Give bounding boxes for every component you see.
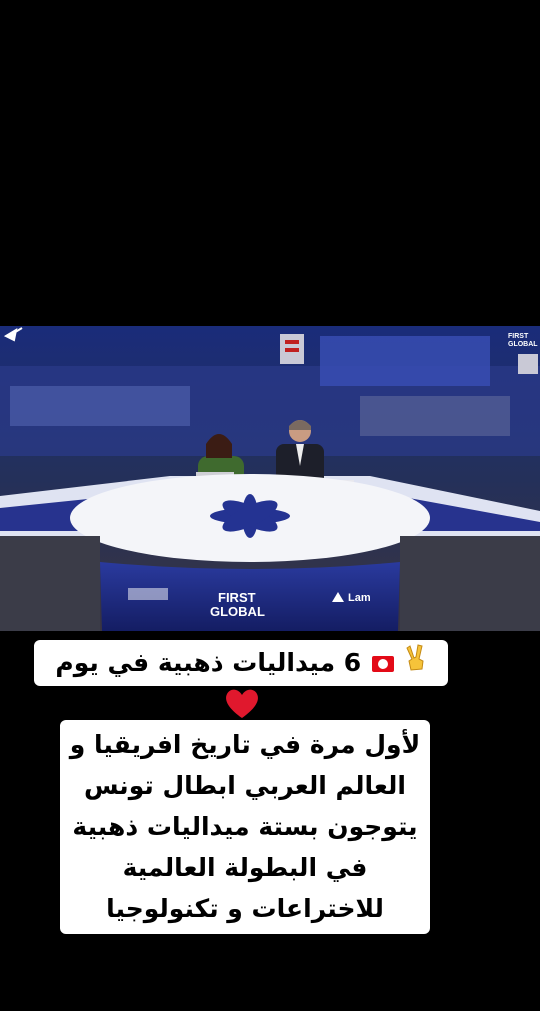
desk-logo-line1: FIRST xyxy=(218,590,256,605)
caption-title-text: 6 ميداليات ذهبية في يوم واحد xyxy=(55,648,362,724)
victory-hand-icon xyxy=(405,641,427,687)
video-frame: FIRST GLOBAL Lam xyxy=(0,326,540,631)
red-heart-icon xyxy=(224,686,260,720)
desk-logo-line2: GLOBAL xyxy=(210,604,265,619)
tunisia-flag-icon xyxy=(371,656,394,672)
caption-title: 6 ميداليات ذهبية في يوم واحد xyxy=(34,640,448,724)
sponsor-text: Lam xyxy=(348,592,371,604)
corner-logo-line2: GLOBAL xyxy=(508,341,538,348)
caption-body: لأول مرة في تاريخ افريقيا و العالم العرب… xyxy=(60,720,430,1005)
broadcast-scene: FIRST GLOBAL Lam xyxy=(0,326,540,631)
corner-logo-line1: FIRST xyxy=(508,333,529,340)
